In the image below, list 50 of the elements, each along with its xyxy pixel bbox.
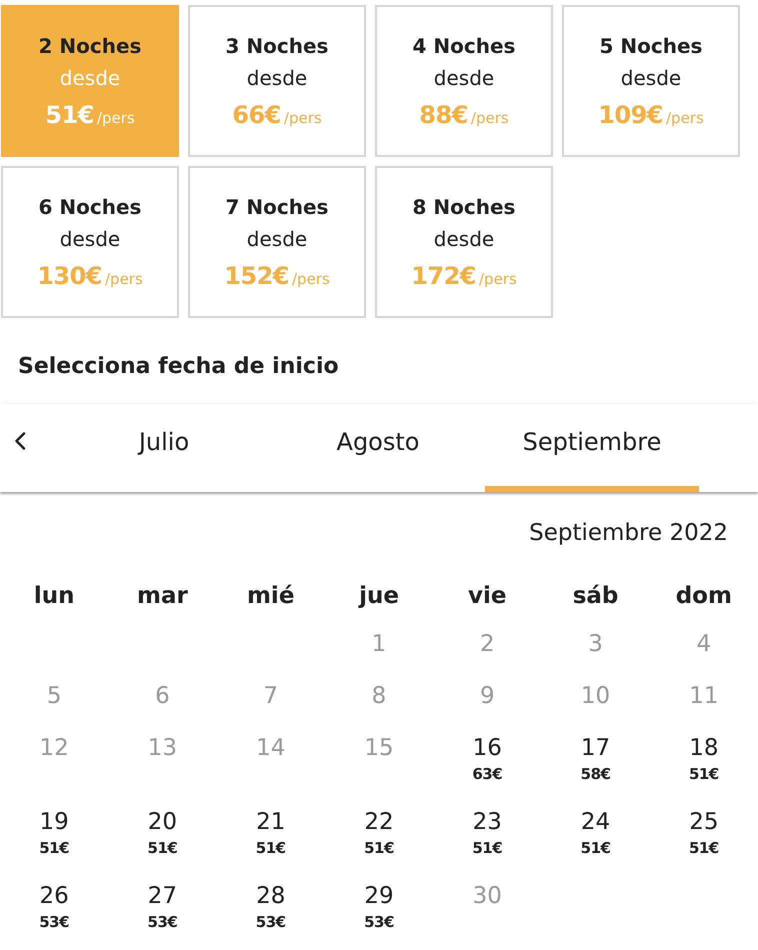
calendar-day[interactable]: 18 51€ [650, 733, 758, 807]
night-option-card[interactable]: 5 Noches desde 109€/pers [562, 5, 740, 157]
calendar-day: 9 [433, 681, 542, 733]
calendar-day[interactable]: 17 58€ [541, 733, 650, 807]
night-option-card[interactable]: 8 Noches desde 172€/pers [375, 166, 553, 318]
calendar-day[interactable]: 23 51€ [433, 807, 542, 881]
month-tab[interactable]: Julio [57, 404, 271, 492]
calendar-day[interactable]: 16 63€ [433, 733, 542, 807]
calendar-day: 14 [216, 733, 325, 807]
section-heading: Selecciona fecha de inicio [18, 353, 340, 381]
calendar-day: 12 [0, 733, 108, 807]
calendar-day: 5 [0, 681, 108, 733]
month-tab[interactable]: Septiembre [485, 404, 699, 492]
night-option-card[interactable]: 2 Noches desde 51€/pers [1, 5, 179, 157]
weekday-label: dom [674, 582, 733, 611]
calendar-day: 8 [324, 681, 434, 733]
calendar-day: 10 [541, 681, 650, 733]
calendar-day[interactable]: 29 53€ [324, 881, 434, 950]
night-option-card[interactable]: 6 Noches desde 130€/pers [1, 166, 179, 318]
weekday-label: mié [246, 582, 296, 611]
calendar-day: 13 [108, 733, 217, 807]
calendar-day[interactable]: 26 53€ [0, 881, 108, 950]
calendar-day: 6 [108, 681, 217, 733]
weekday-label: lun [32, 582, 76, 611]
chevron-left-icon [14, 432, 26, 450]
weekday-label: vie [467, 582, 508, 611]
night-option-card[interactable]: 4 Noches desde 88€/pers [375, 5, 553, 157]
night-option-card[interactable]: 3 Noches desde 66€/pers [188, 5, 366, 157]
calendar-day[interactable]: 21 51€ [216, 807, 325, 881]
month-tab[interactable]: Agosto [271, 404, 485, 492]
calendar-day: 15 [324, 733, 434, 807]
night-option-card[interactable]: 7 Noches desde 152€/pers [188, 166, 366, 318]
calendar-day: 1 [324, 629, 434, 681]
calendar-day[interactable]: 19 51€ [0, 807, 108, 881]
calendar-day: 30 [433, 881, 542, 950]
calendar-day[interactable]: 25 51€ [650, 807, 758, 881]
weekday-label: mar [136, 582, 189, 611]
calendar-day: 11 [650, 681, 758, 733]
calendar-day[interactable]: 20 51€ [108, 807, 217, 881]
calendar-day: 4 [650, 629, 758, 681]
weekday-label: jue [357, 582, 400, 611]
calendar-day: 7 [216, 681, 325, 733]
weekday-label: sáb [572, 582, 620, 611]
calendar-day: 3 [541, 629, 650, 681]
calendar-day[interactable]: 28 53€ [216, 881, 325, 950]
calendar-day: 2 [433, 629, 542, 681]
calendar-day[interactable]: 27 53€ [108, 881, 217, 950]
calendar-day[interactable]: 24 51€ [541, 807, 650, 881]
calendar-day[interactable]: 22 51€ [324, 807, 434, 881]
month-year-title: Septiembre 2022 [528, 519, 729, 548]
